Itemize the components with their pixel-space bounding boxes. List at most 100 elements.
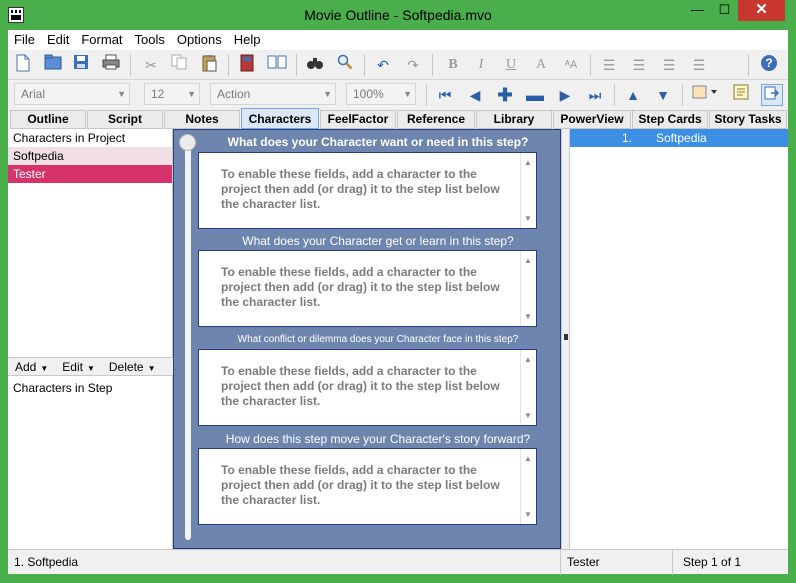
chevron-up-icon[interactable]: ▲	[524, 253, 532, 268]
clear-format-icon[interactable]: ᴬA	[560, 54, 582, 76]
tab-step-cards[interactable]: Step Cards	[632, 110, 708, 129]
field-scrollbar[interactable]: ▲ ▼	[520, 153, 536, 228]
svg-text:?: ?	[765, 56, 772, 70]
element-type-value: Action	[217, 87, 251, 101]
new-document-icon[interactable]	[12, 54, 34, 76]
chevron-down-icon[interactable]: ▼	[524, 507, 532, 522]
conflict-dilemma-field[interactable]: To enable these fields, add a character …	[198, 349, 537, 426]
move-up-icon[interactable]: ▲	[622, 84, 644, 106]
open-folder-icon[interactable]	[42, 54, 64, 76]
tab-powerview[interactable]: PowerView	[553, 110, 631, 129]
font-size-select[interactable]: 12 ▼	[144, 83, 200, 105]
want-need-field[interactable]: To enable these fields, add a character …	[198, 152, 537, 229]
first-step-icon[interactable]: ⏮	[434, 84, 456, 106]
magnifier-icon[interactable]	[334, 54, 356, 76]
get-learn-field[interactable]: To enable these fields, add a character …	[198, 250, 537, 327]
remove-step-icon[interactable]: ▬	[524, 84, 546, 106]
character-list-panel: Characters in Project Softpedia Tester A…	[8, 129, 173, 549]
previous-step-icon[interactable]: ◀	[464, 84, 486, 106]
align-center-icon[interactable]: ☰	[628, 54, 650, 76]
open-book-icon[interactable]	[266, 54, 288, 76]
add-character-button[interactable]: Add ▼	[8, 358, 55, 375]
chevron-up-icon[interactable]: ▲	[524, 155, 532, 170]
redo-icon[interactable]: ↷	[402, 54, 424, 76]
character-list-item[interactable]: Softpedia	[8, 147, 172, 165]
story-forward-field[interactable]: To enable these fields, add a character …	[198, 448, 537, 525]
menu-help[interactable]: Help	[228, 30, 267, 50]
align-right-icon[interactable]: ☰	[658, 54, 680, 76]
undo-icon[interactable]: ↶	[372, 54, 394, 76]
delete-label: Delete	[108, 360, 144, 374]
menu-tools[interactable]: Tools	[129, 30, 171, 50]
question-conflict-dilemma: What conflict or dilemma does your Chara…	[237, 334, 519, 345]
copy-icon[interactable]	[168, 54, 190, 76]
element-type-select[interactable]: Action ▼	[210, 83, 336, 105]
field-scrollbar[interactable]: ▲ ▼	[520, 449, 536, 524]
font-family-value: Arial	[21, 87, 46, 101]
step-list-item-selected[interactable]: 1. Softpedia	[570, 129, 788, 147]
question-want-need: What does your Character want or need in…	[227, 135, 529, 149]
chevron-down-icon: ▼	[147, 364, 156, 373]
book-icon[interactable]	[236, 54, 258, 76]
close-button[interactable]: ✕	[738, 0, 785, 21]
formatting-toolbar: Arial ▼ 12 ▼ Action ▼ 100% ▼ ⏮ ◀ ✚ ▬ ▶ ⏭…	[8, 80, 788, 108]
maximize-button[interactable]: ☐	[711, 0, 738, 21]
tab-reference[interactable]: Reference	[397, 110, 475, 129]
tab-library[interactable]: Library	[476, 110, 552, 129]
vertical-slider[interactable]	[185, 138, 191, 540]
export-icon[interactable]	[761, 84, 783, 106]
delete-character-button[interactable]: Delete ▼	[102, 358, 163, 375]
field-placeholder: To enable these fields, add a character …	[221, 463, 500, 507]
chevron-down-icon: ▼	[40, 364, 49, 373]
help-icon[interactable]: ?	[758, 54, 780, 76]
zoom-select[interactable]: 100% ▼	[346, 83, 416, 105]
binoculars-icon[interactable]	[304, 54, 326, 76]
italic-icon[interactable]: I	[470, 54, 492, 76]
font-size-value: 12	[151, 87, 165, 101]
next-step-icon[interactable]: ▶	[554, 84, 576, 106]
chevron-up-icon[interactable]: ▲	[524, 451, 532, 466]
move-down-icon[interactable]: ▼	[652, 84, 674, 106]
chevron-up-icon[interactable]: ▲	[524, 352, 532, 367]
save-icon[interactable]	[70, 54, 92, 76]
chevron-down-icon: ▼	[403, 89, 412, 99]
bold-icon[interactable]: B	[442, 54, 464, 76]
minimize-button[interactable]: —	[684, 0, 711, 21]
edit-character-button[interactable]: Edit ▼	[55, 358, 102, 375]
note-icon[interactable]	[730, 84, 752, 106]
underline-icon[interactable]: U	[500, 54, 522, 76]
step-number: 1.	[621, 131, 632, 145]
field-scrollbar[interactable]: ▲ ▼	[520, 350, 536, 425]
menu-format[interactable]: Format	[75, 30, 128, 50]
menu-edit[interactable]: Edit	[41, 30, 75, 50]
panel-splitter[interactable]	[561, 129, 570, 549]
menu-file[interactable]: File	[8, 30, 41, 50]
tab-story-tasks[interactable]: Story Tasks	[709, 110, 787, 129]
question-story-forward: How does this step move your Character's…	[225, 432, 531, 446]
slider-thumb[interactable]	[179, 134, 196, 151]
tab-feelfactor[interactable]: FeelFactor	[320, 110, 396, 129]
tab-outline[interactable]: Outline	[10, 110, 86, 129]
font-family-select[interactable]: Arial ▼	[14, 83, 130, 105]
tab-characters[interactable]: Characters	[241, 108, 319, 129]
chevron-down-icon[interactable]: ▼	[524, 211, 532, 226]
justify-icon[interactable]: ☰	[688, 54, 710, 76]
edit-label: Edit	[62, 360, 83, 374]
tab-script[interactable]: Script	[87, 110, 163, 129]
character-questions-panel: What does your Character want or need in…	[173, 129, 561, 549]
align-left-icon[interactable]: ☰	[598, 54, 620, 76]
color-swatch-icon[interactable]	[690, 84, 722, 106]
tab-notes[interactable]: Notes	[164, 110, 240, 129]
last-step-icon[interactable]: ⏭	[584, 84, 606, 106]
zoom-value: 100%	[353, 87, 384, 101]
paste-icon[interactable]	[198, 54, 220, 76]
font-color-icon[interactable]: A	[530, 54, 552, 76]
character-list-item-selected[interactable]: Tester	[8, 165, 172, 183]
print-icon[interactable]	[100, 54, 122, 76]
add-step-icon[interactable]: ✚	[494, 84, 516, 106]
field-scrollbar[interactable]: ▲ ▼	[520, 251, 536, 326]
chevron-down-icon[interactable]: ▼	[524, 408, 532, 423]
menu-options[interactable]: Options	[171, 30, 228, 50]
cut-icon[interactable]: ✂	[140, 54, 162, 76]
chevron-down-icon[interactable]: ▼	[524, 309, 532, 324]
